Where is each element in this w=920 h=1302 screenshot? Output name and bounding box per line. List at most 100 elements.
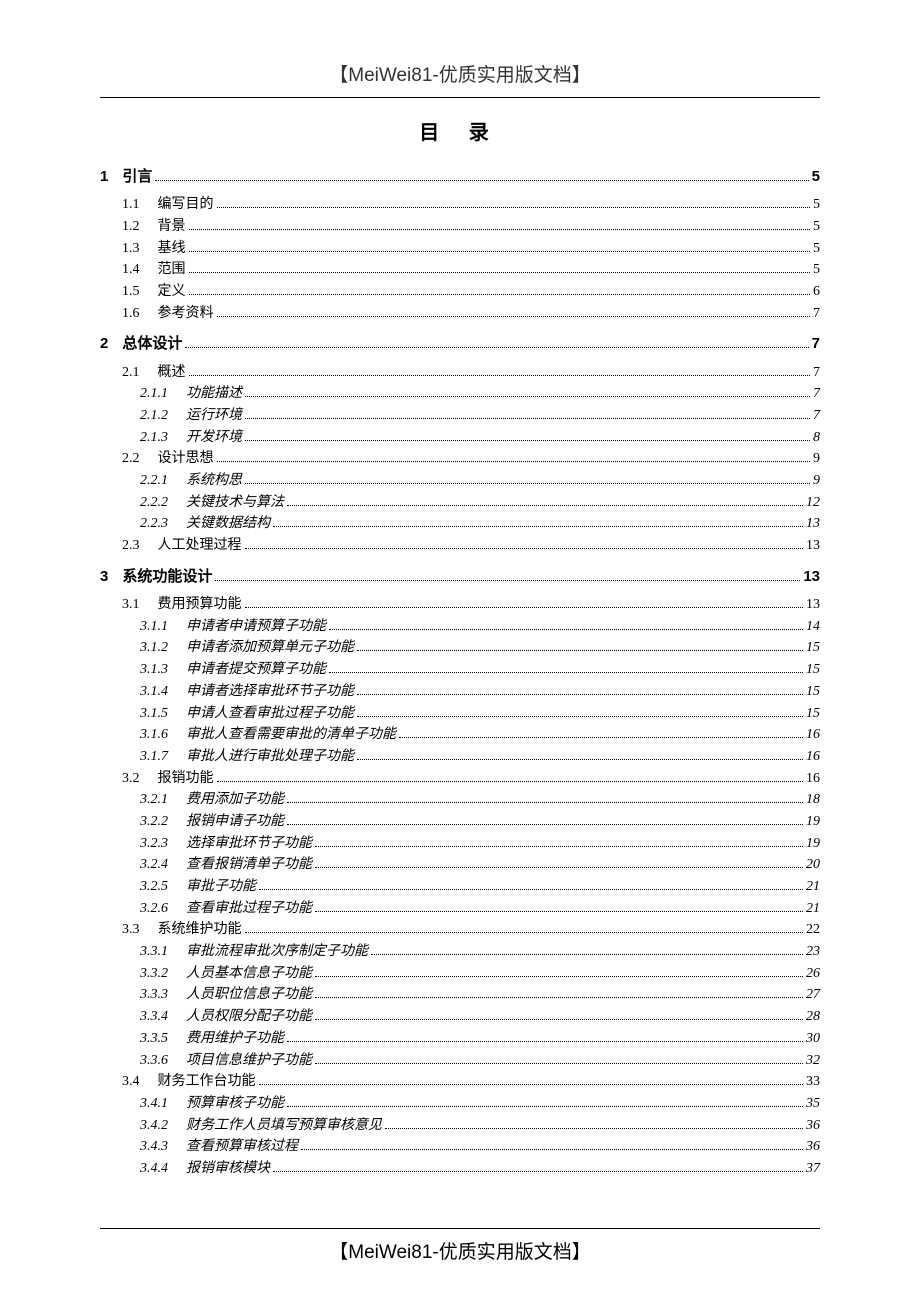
toc-entry-page: 23 [806,941,820,963]
toc-entry-title: 费用预算功能 [158,594,242,616]
toc-entry-number: 3.4.1 [140,1093,168,1115]
toc-entry-page: 12 [806,492,820,514]
toc-entry-page: 19 [806,833,820,855]
toc-entry-page: 8 [813,427,820,449]
toc-entry-title: 系统构思 [186,470,242,492]
toc-entry-page: 15 [806,703,820,725]
toc-entry: 3.2.6查看审批过程子功能21 [100,898,820,920]
toc-entry-number: 3.1.4 [140,681,168,703]
toc-entry-title: 系统功能设计 [122,565,212,588]
toc-entry-number: 2.2.1 [140,470,168,492]
toc-entry: 3.2.3选择审批环节子功能19 [100,833,820,855]
toc-entry: 3.1.2申请者添加预算单元子功能15 [100,637,820,659]
toc-entry-number: 3.2.4 [140,854,168,876]
toc-entry: 3.1.4申请者选择审批环节子功能15 [100,681,820,703]
toc-entry-title: 引言 [122,165,152,188]
toc-entry-page: 5 [813,194,820,216]
toc-entry-title: 背景 [158,216,186,238]
toc-entry: 3.3.3人员职位信息子功能27 [100,984,820,1006]
toc-entry-title: 预算审核子功能 [186,1093,284,1115]
toc-entry-title: 查看预算审核过程 [186,1136,298,1158]
toc-entry-page: 9 [813,448,820,470]
toc-entry-title: 关键技术与算法 [186,492,284,514]
toc-entry-page: 22 [806,919,820,941]
toc-entry: 1.5定义6 [100,281,820,303]
toc-entry-number: 2.2.2 [140,492,168,514]
toc-entry-title: 系统维护功能 [158,919,242,941]
toc-entry-number: 3.1.1 [140,616,168,638]
toc-entry-number: 1.6 [122,303,140,325]
toc-entry-title: 人员权限分配子功能 [186,1006,312,1028]
toc-entry: 2.1.3 开发环境 8 [100,427,820,449]
page-footer: 【MeiWei81-优质实用版文档】 [100,1228,820,1264]
toc-entry: 3.3.2人员基本信息子功能26 [100,963,820,985]
toc-entry-title: 开发环境 [186,427,242,449]
toc-entry-page: 20 [806,854,820,876]
toc-entry-page: 32 [806,1050,820,1072]
toc-entry: 1.6参考资料7 [100,303,820,325]
toc-leader-dots [315,846,803,847]
toc-entry: 3.1.3申请者提交预算子功能15 [100,659,820,681]
toc-entry-page: 36 [806,1136,820,1158]
toc-entry-page: 16 [806,746,820,768]
toc-entry-title: 财务工作人员填写预算审核意见 [186,1115,382,1137]
toc-list: 1引言51.1编写目的51.2背景51.3基线51.4范围51.5定义61.6参… [100,165,820,1180]
toc-entry: 2.2.1 系统构思 9 [100,470,820,492]
toc-entry: 3.2.4查看报销清单子功能20 [100,854,820,876]
toc-entry-number: 1.2 [122,216,140,238]
toc-entry-page: 15 [806,681,820,703]
toc-entry-title: 总体设计 [122,332,182,355]
toc-entry-page: 7 [813,303,820,325]
toc-entry-page: 5 [813,238,820,260]
toc-leader-dots [315,976,803,977]
toc-leader-dots [273,1171,803,1172]
toc-leader-dots [185,347,808,348]
toc-entry-title: 申请者提交预算子功能 [186,659,326,681]
toc-leader-dots [189,251,811,252]
toc-entry-title: 范围 [158,259,186,281]
toc-entry-page: 18 [806,789,820,811]
toc-entry-number: 3.1.2 [140,637,168,659]
toc-entry: 3.1.6审批人查看需要审批的清单子功能16 [100,724,820,746]
toc-entry-number: 2.1.3 [140,427,168,449]
toc-leader-dots [245,483,810,484]
toc-leader-dots [215,580,800,581]
toc-entry-number: 3.1.7 [140,746,168,768]
toc-entry-number: 3 [100,565,108,588]
toc-entry-number: 3.2.2 [140,811,168,833]
toc-entry-page: 19 [806,811,820,833]
toc-entry-number: 3.1.3 [140,659,168,681]
toc-leader-dots [189,375,811,376]
toc-leader-dots [217,316,811,317]
toc-entry-number: 2 [100,332,108,355]
toc-entry: 2.1.2运行环境7 [100,405,820,427]
toc-leader-dots [315,997,803,998]
toc-entry: 3.2.1费用添加子功能18 [100,789,820,811]
toc-entry: 3.3.6项目信息维护子功能32 [100,1050,820,1072]
toc-leader-dots [287,505,803,506]
toc-entry-title: 费用维护子功能 [186,1028,284,1050]
toc-entry-page: 13 [803,565,820,588]
toc-entry: 2.2设计思想9 [100,448,820,470]
toc-entry-number: 3.3.6 [140,1050,168,1072]
toc-leader-dots [245,418,810,419]
toc-entry: 2.1概述7 [100,362,820,384]
toc-entry: 3.3系统维护功能22 [100,919,820,941]
toc-entry-page: 9 [813,470,820,492]
toc-entry-title: 人员职位信息子功能 [186,984,312,1006]
toc-entry-title: 申请者添加预算单元子功能 [186,637,354,659]
toc-entry-page: 14 [806,616,820,638]
toc-entry-title: 查看审批过程子功能 [186,898,312,920]
toc-entry-title: 报销功能 [158,768,214,790]
toc-entry-number: 1 [100,165,108,188]
toc-entry-number: 3.2 [122,768,140,790]
toc-entry-number: 3.3.2 [140,963,168,985]
toc-entry-title: 费用添加子功能 [186,789,284,811]
toc-leader-dots [287,1041,803,1042]
toc-entry-number: 1.1 [122,194,140,216]
toc-entry-number: 1.5 [122,281,140,303]
toc-entry: 2.2.3关键数据结构13 [100,513,820,535]
toc-entry-number: 3.3.1 [140,941,168,963]
toc-leader-dots [329,629,803,630]
toc-leader-dots [189,229,811,230]
